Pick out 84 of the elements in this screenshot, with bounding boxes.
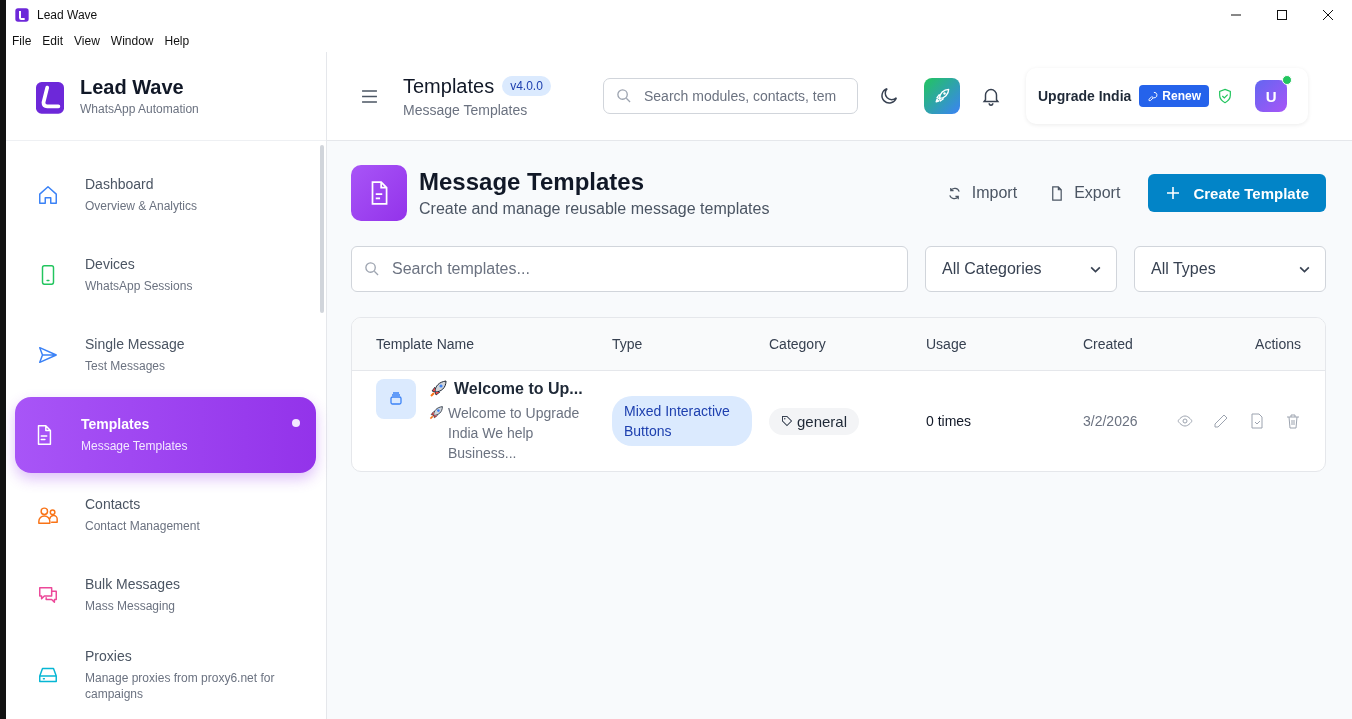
nav-subtitle: WhatsApp Sessions xyxy=(85,278,193,294)
section-subtitle: Create and manage reusable message templates xyxy=(419,200,771,218)
send-icon xyxy=(37,344,59,366)
online-dot xyxy=(1282,75,1293,85)
renew-button[interactable]: Renew xyxy=(1139,85,1210,107)
sidebar-item[interactable]: Bulk Messages Mass Messaging xyxy=(15,557,316,633)
brand-tagline: WhatsApp Automation xyxy=(80,102,199,116)
column-header: Created xyxy=(1083,336,1133,352)
column-header: Category xyxy=(769,336,826,352)
chat-icon xyxy=(37,584,59,606)
column-header: Type xyxy=(612,336,643,352)
nav-label: Templates xyxy=(81,416,151,432)
document-icon xyxy=(351,165,407,221)
moon-icon[interactable] xyxy=(878,85,900,107)
trash-icon[interactable] xyxy=(1285,413,1301,429)
nav-label: Single Message xyxy=(85,336,185,352)
sidebar-item[interactable]: Proxies Manage proxies from proxy6.net for campaigns xyxy=(15,637,316,713)
users-icon xyxy=(37,504,59,526)
rocket-icon xyxy=(428,379,448,399)
template-icon xyxy=(376,379,416,419)
usage-count: 0 times xyxy=(926,413,972,429)
version-badge: v4.0.0 xyxy=(502,76,551,96)
nav-subtitle: Mass Messaging xyxy=(85,598,177,614)
create-template-button[interactable]: Create Template xyxy=(1148,174,1326,212)
nav-label: Devices xyxy=(85,256,136,272)
category-tag: general xyxy=(769,407,860,435)
export-button[interactable]: Export xyxy=(1037,176,1133,210)
menu-item[interactable]: Help xyxy=(164,34,190,48)
rocket-button[interactable] xyxy=(924,78,960,114)
file-icon xyxy=(1049,185,1065,201)
brand-name: Lead Wave xyxy=(80,76,185,99)
nav-label: Proxies xyxy=(85,648,133,664)
nav-subtitle: Test Messages xyxy=(85,358,167,374)
tag-icon xyxy=(781,415,793,427)
nav-subtitle: Message Templates xyxy=(81,438,188,454)
app-logo-icon xyxy=(14,7,30,23)
nav-label: Dashboard xyxy=(85,176,155,192)
menu-item[interactable]: File xyxy=(12,34,32,48)
created-date: 3/2/2026 xyxy=(1083,413,1138,429)
page-subtitle: Message Templates xyxy=(403,101,529,118)
close-icon[interactable] xyxy=(1322,9,1334,21)
menu-item[interactable]: Edit xyxy=(42,34,64,48)
column-header: Usage xyxy=(926,336,967,352)
sidebar-item[interactable]: Dashboard Overview & Analytics xyxy=(15,157,316,233)
nav-label: Contacts xyxy=(85,496,142,512)
template-name: Welcome to Up... xyxy=(454,380,583,398)
plus-icon xyxy=(1165,185,1182,201)
pencil-icon[interactable] xyxy=(1213,413,1229,429)
search-icon xyxy=(364,261,379,276)
organization-name: Upgrade India xyxy=(1038,88,1132,104)
page-title: Templates xyxy=(403,74,495,98)
refresh-icon xyxy=(946,185,962,201)
section-title: Message Templates xyxy=(419,168,645,196)
active-dot xyxy=(292,419,300,427)
user-avatar[interactable]: U xyxy=(1255,80,1288,112)
home-icon xyxy=(37,184,59,206)
sidebar-item[interactable]: Single Message Test Messages xyxy=(15,317,316,393)
eye-icon[interactable] xyxy=(1177,413,1193,429)
file-icon[interactable] xyxy=(1249,413,1265,429)
type-badge: Mixed Interactive Buttons xyxy=(612,396,752,446)
template-search-field[interactable]: Search templates... xyxy=(351,246,908,292)
template-preview: Welcome to Upgrade India We help Business... xyxy=(448,404,581,463)
sidebar-item[interactable]: Contacts Contact Management xyxy=(15,477,316,553)
rocket-icon xyxy=(428,405,444,421)
column-header: Actions xyxy=(1255,336,1301,352)
global-search-field[interactable]: Search modules, contacts, tem xyxy=(603,78,858,114)
import-button[interactable]: Import xyxy=(934,176,1030,210)
menu-icon[interactable] xyxy=(361,89,378,103)
sidebar-item[interactable]: Devices WhatsApp Sessions xyxy=(15,237,316,313)
type-dropdown[interactable]: All Types xyxy=(1134,246,1326,292)
scrollbar[interactable] xyxy=(320,145,324,313)
shield-check-icon xyxy=(1217,88,1234,104)
nav-label: Bulk Messages xyxy=(85,576,180,592)
category-dropdown[interactable]: All Categories xyxy=(925,246,1117,292)
sidebar-item[interactable]: Templates Message Templates xyxy=(15,397,316,473)
column-header: Template Name xyxy=(376,336,475,352)
nav-subtitle: Contact Management xyxy=(85,518,200,534)
menu-item[interactable]: Window xyxy=(110,34,154,48)
maximize-icon[interactable] xyxy=(1276,9,1288,21)
nav-subtitle: Manage proxies from proxy6.net for campaigns xyxy=(85,670,276,702)
search-icon xyxy=(616,88,631,103)
window-title: Lead Wave xyxy=(37,8,98,22)
menu-item[interactable]: View xyxy=(74,34,100,48)
nav-subtitle: Overview & Analytics xyxy=(85,198,198,214)
